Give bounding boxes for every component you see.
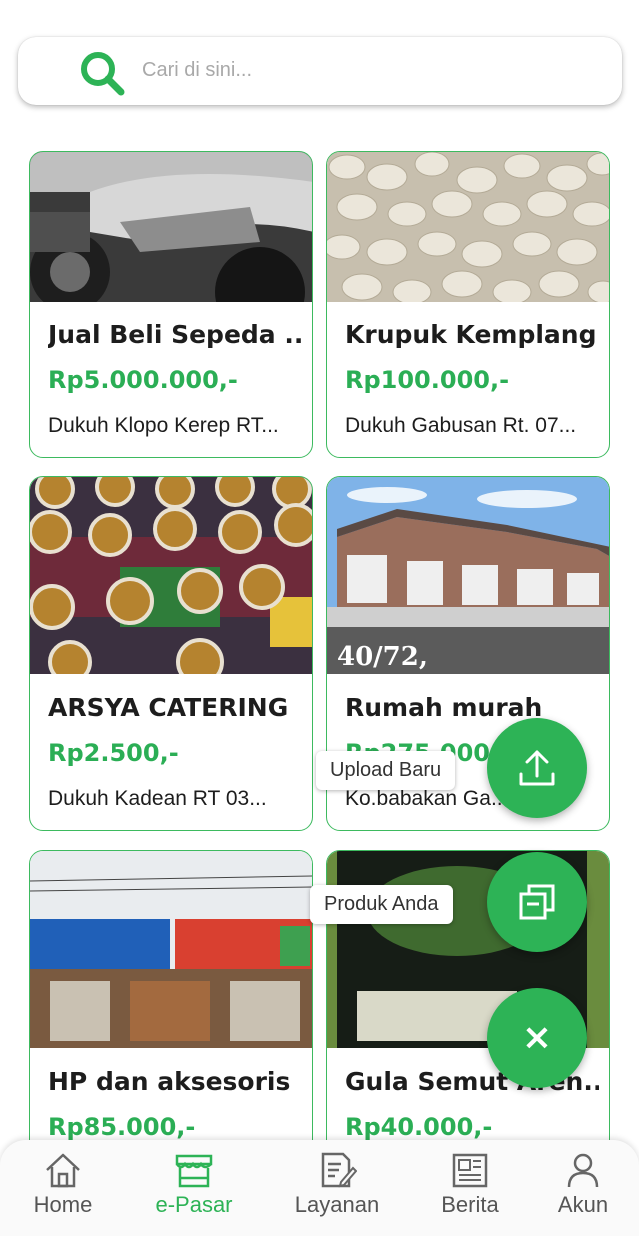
close-icon: × bbox=[521, 1017, 553, 1058]
nav-item-berita[interactable]: Berita bbox=[415, 1150, 525, 1230]
your-products-button[interactable] bbox=[487, 852, 587, 952]
product-address: Dukuh Kadean RT 03... bbox=[48, 787, 267, 810]
bottom-navigation: Home e-Pasar Layanan Berita Akun bbox=[0, 1140, 639, 1236]
search-icon[interactable] bbox=[76, 49, 128, 97]
upload-new-label[interactable]: Upload Baru bbox=[316, 751, 456, 790]
newspaper-icon bbox=[452, 1153, 488, 1188]
product-price: Rp85.000,- bbox=[48, 1113, 196, 1141]
market-icon bbox=[175, 1154, 213, 1188]
search-input[interactable]: Cari di sini... bbox=[142, 59, 252, 82]
nav-item-layanan[interactable]: Layanan bbox=[282, 1150, 392, 1230]
nav-label: Akun bbox=[557, 1192, 609, 1217]
product-image bbox=[30, 152, 312, 302]
product-price: Rp5.000.000,- bbox=[48, 366, 238, 394]
nav-item-akun[interactable]: Akun bbox=[528, 1150, 638, 1230]
product-title: HP dan aksesoris bbox=[48, 1067, 291, 1096]
copy-icon bbox=[519, 884, 555, 920]
product-card[interactable]: Jual Beli Sepeda ... Rp5.000.000,- Dukuh… bbox=[29, 151, 313, 458]
nav-label: Berita bbox=[441, 1192, 499, 1217]
product-title: Krupuk Kemplang bbox=[345, 320, 597, 349]
document-edit-icon bbox=[321, 1152, 357, 1188]
product-image bbox=[30, 851, 312, 1048]
nav-label: Layanan bbox=[294, 1192, 380, 1217]
nav-item-home[interactable]: Home bbox=[8, 1150, 118, 1230]
nav-label: Home bbox=[33, 1192, 93, 1217]
upload-icon bbox=[519, 750, 555, 786]
product-card[interactable]: ARSYA CATERING Rp2.500,- Dukuh Kadean RT… bbox=[29, 476, 313, 831]
product-address: Dukuh Gabusan Rt. 07... bbox=[345, 414, 577, 437]
product-image bbox=[327, 152, 609, 302]
product-card[interactable]: Krupuk Kemplang Rp100.000,- Dukuh Gabusa… bbox=[326, 151, 610, 458]
product-price: Rp100.000,- bbox=[345, 366, 510, 394]
your-products-label[interactable]: Produk Anda bbox=[310, 885, 453, 924]
product-address: Dukuh Klopo Kerep RT... bbox=[48, 414, 279, 437]
product-title: Jual Beli Sepeda ... bbox=[48, 320, 302, 349]
nav-label: e-Pasar bbox=[155, 1192, 233, 1217]
close-menu-button[interactable]: × bbox=[487, 988, 587, 1088]
product-title: Rumah murah bbox=[345, 693, 543, 722]
product-title: ARSYA CATERING bbox=[48, 693, 289, 722]
upload-new-button[interactable] bbox=[487, 718, 587, 818]
search-bar[interactable]: Cari di sini... bbox=[18, 37, 622, 105]
user-icon bbox=[567, 1153, 599, 1188]
product-price: Rp40.000,- bbox=[345, 1113, 493, 1141]
product-image: 40/72, bbox=[327, 477, 609, 674]
product-price: Rp2.500,- bbox=[48, 739, 179, 767]
product-image bbox=[30, 477, 312, 674]
home-icon bbox=[46, 1153, 80, 1188]
image-caption: 40/72, bbox=[337, 642, 428, 672]
nav-item-epasar[interactable]: e-Pasar bbox=[139, 1150, 249, 1230]
